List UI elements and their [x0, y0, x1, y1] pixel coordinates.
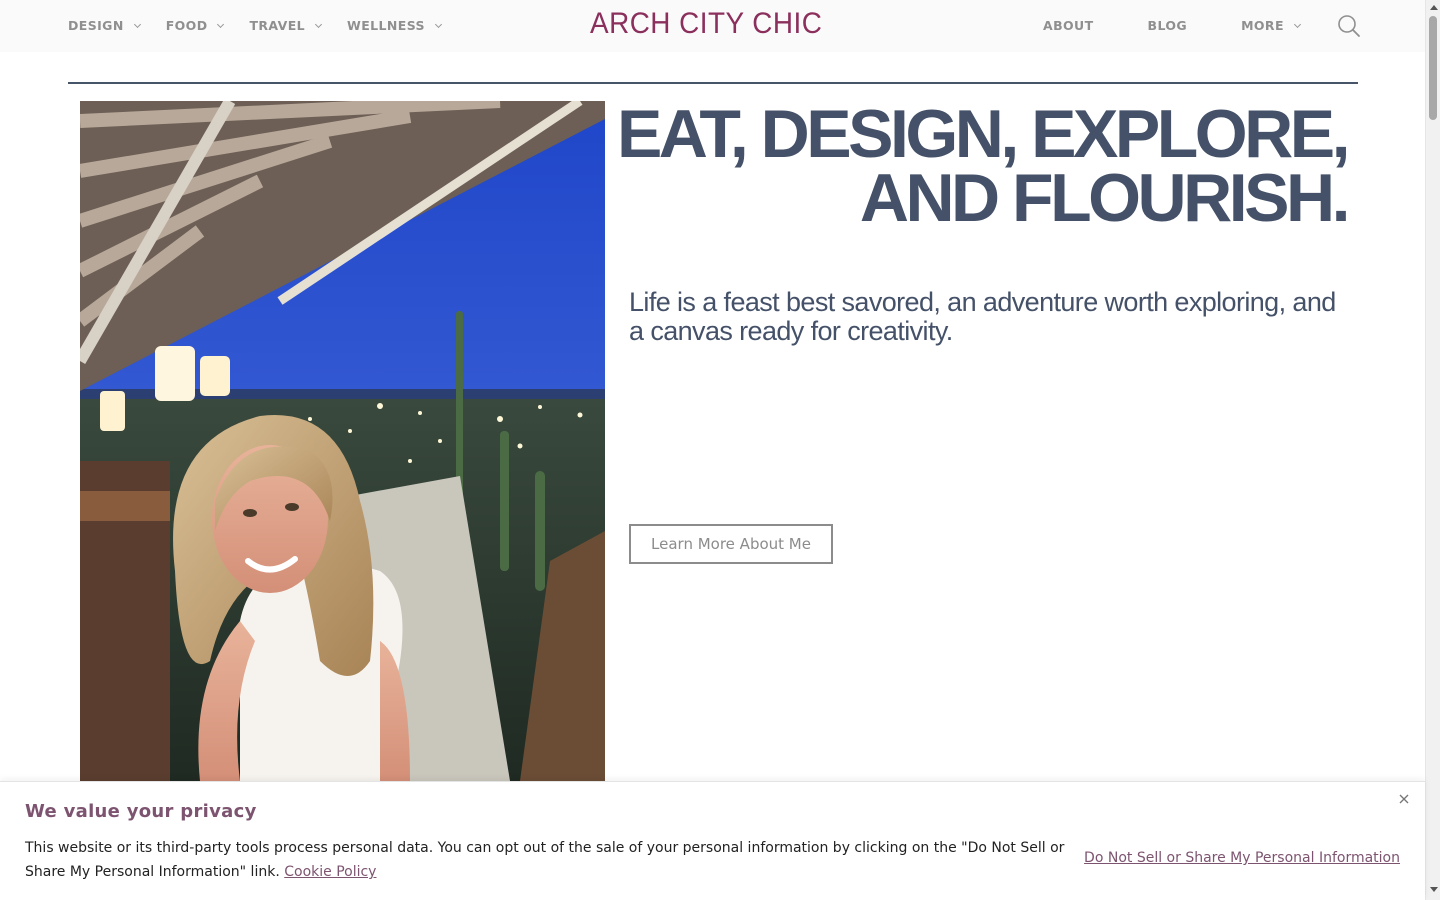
primary-nav-left: DESIGN FOOD TRAVEL WELLNESS	[68, 0, 467, 50]
nav-item-label: BLOG	[1147, 17, 1188, 33]
scroll-down-arrow-icon[interactable]	[1430, 887, 1438, 892]
hero-headline-line-2: AND FLOURISH.	[859, 160, 1351, 236]
privacy-banner-body: This website or its third-party tools pr…	[25, 840, 1065, 880]
site-logo[interactable]: ARCH CITY CHIC	[590, 7, 822, 41]
header-divider	[68, 82, 1358, 84]
learn-more-button[interactable]: Learn More About Me	[629, 524, 833, 564]
cookie-policy-link[interactable]: Cookie Policy	[284, 864, 376, 880]
nav-item-label: TRAVEL	[249, 17, 306, 33]
privacy-banner-title: We value your privacy	[25, 801, 257, 822]
search-icon[interactable]	[1337, 14, 1361, 38]
hero-tagline: Life is a feast best savored, an adventu…	[629, 287, 1336, 346]
privacy-banner: We value your privacy This website or it…	[0, 781, 1425, 900]
nav-item-more[interactable]: MORE	[1241, 17, 1301, 33]
page-scrollbar[interactable]	[1425, 0, 1440, 900]
chevron-down-icon	[133, 20, 141, 28]
nav-item-label: MORE	[1241, 17, 1284, 33]
nav-item-label: DESIGN	[68, 17, 124, 33]
nav-item-label: ABOUT	[1043, 17, 1094, 33]
chevron-down-icon	[217, 20, 225, 28]
nav-item-about[interactable]: ABOUT	[1043, 18, 1094, 33]
nav-item-wellness[interactable]: WELLNESS	[347, 17, 442, 33]
page: DESIGN FOOD TRAVEL WELLNESS ARCH CITY CH…	[0, 0, 1440, 900]
close-icon[interactable]	[1396, 791, 1412, 807]
nav-item-design[interactable]: DESIGN	[68, 17, 141, 33]
chevron-down-icon	[315, 20, 323, 28]
nav-item-blog[interactable]: BLOG	[1148, 18, 1188, 33]
hero-headline: EAT, DESIGN, EXPLORE, AND FLOURISH.	[587, 100, 1351, 232]
chevron-down-icon	[1293, 20, 1301, 28]
hero-photo	[80, 101, 605, 781]
scroll-up-arrow-icon[interactable]	[1430, 5, 1438, 10]
nav-item-food[interactable]: FOOD	[165, 17, 225, 33]
privacy-banner-text: This website or its third-party tools pr…	[25, 836, 1075, 884]
primary-nav-right: ABOUT BLOG MORE	[1043, 0, 1301, 50]
nav-item-label: FOOD	[165, 17, 208, 33]
do-not-sell-link[interactable]: Do Not Sell or Share My Personal Informa…	[1084, 850, 1400, 866]
site-header: DESIGN FOOD TRAVEL WELLNESS ARCH CITY CH…	[0, 0, 1425, 52]
nav-item-label: WELLNESS	[347, 17, 425, 33]
chevron-down-icon	[434, 20, 442, 28]
scrollbar-thumb[interactable]	[1429, 16, 1437, 120]
nav-item-travel[interactable]: TRAVEL	[249, 17, 323, 33]
